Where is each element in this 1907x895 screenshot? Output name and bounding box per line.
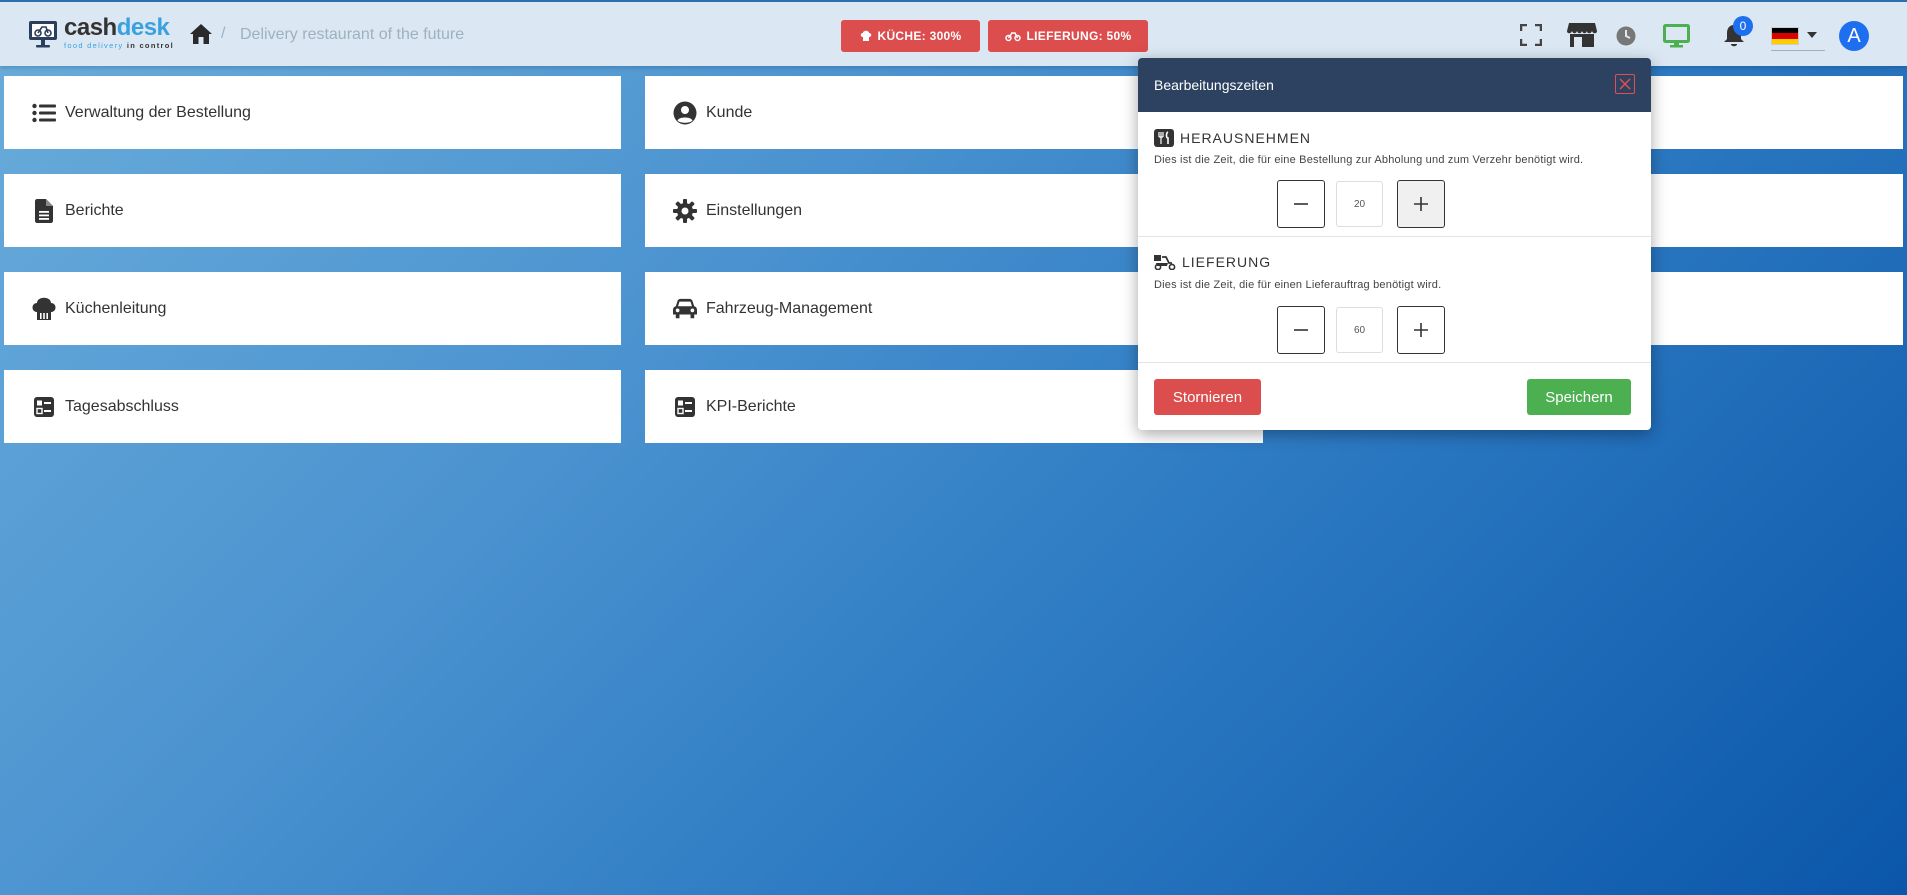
- takeaway-decrement-button[interactable]: [1277, 180, 1325, 228]
- menu-card-label: Tagesabschluss: [65, 397, 179, 415]
- modal-title: Bearbeitungszeiten: [1154, 77, 1274, 93]
- modal-header: Bearbeitungszeiten: [1138, 58, 1651, 112]
- notification-count-badge: 0: [1733, 16, 1753, 36]
- motorbike-icon: [1004, 32, 1021, 42]
- list-icon: [32, 101, 56, 125]
- delivery-decrement-button[interactable]: [1277, 306, 1325, 354]
- plus-icon: [1414, 197, 1428, 211]
- top-header: cashdesk food delivery in control / Deli…: [0, 0, 1907, 66]
- takeaway-section: HERAUSNEHMEN Dies ist die Zeit, die für …: [1138, 112, 1651, 237]
- menu-card-label: KPI-Berichte: [706, 397, 796, 415]
- language-select-underline: [1771, 50, 1825, 51]
- fullscreen-icon[interactable]: [1519, 23, 1543, 51]
- plus-icon: [1414, 323, 1428, 337]
- document-icon: [32, 198, 56, 223]
- monitor-bike-logo-icon: [29, 21, 57, 48]
- chef-hat-icon: [32, 297, 56, 321]
- processing-times-modal: Bearbeitungszeiten HERAUSNEHMEN Dies ist…: [1138, 58, 1651, 430]
- close-button[interactable]: [1615, 74, 1635, 94]
- checklist-icon: [32, 395, 56, 419]
- monitor-icon[interactable]: [1663, 24, 1690, 53]
- takeaway-increment-button[interactable]: [1397, 180, 1445, 228]
- delivery-section: LIEFERUNG Dies ist die Zeit, die für ein…: [1138, 237, 1651, 363]
- clock-icon[interactable]: [1616, 26, 1636, 51]
- home-icon[interactable]: [189, 23, 213, 50]
- menu-card-label: Kunde: [706, 103, 753, 121]
- cancel-button[interactable]: Stornieren: [1154, 379, 1261, 415]
- cashdesk-logo[interactable]: cashdesk food delivery in control: [27, 16, 174, 52]
- car-icon: [673, 297, 697, 321]
- save-button[interactable]: Speichern: [1527, 379, 1631, 415]
- delivery-status-label: LIEFERUNG: 50%: [1026, 29, 1132, 43]
- logo-tagline-1: food delivery: [64, 41, 127, 50]
- user-circle-icon: [673, 101, 697, 125]
- menu-card-order-management[interactable]: Verwaltung der Bestellung: [4, 76, 621, 149]
- close-icon: [1619, 78, 1631, 90]
- german-flag-icon[interactable]: [1771, 27, 1799, 45]
- delivery-description: Dies ist die Zeit, die für einen Liefera…: [1154, 279, 1442, 291]
- menu-card-label: Verwaltung der Bestellung: [65, 103, 251, 121]
- gear-icon: [673, 198, 697, 223]
- menu-card-kitchen-management[interactable]: Küchenleitung: [4, 272, 621, 345]
- store-icon[interactable]: [1567, 22, 1597, 53]
- delivery-minutes-input[interactable]: 60: [1336, 307, 1383, 353]
- checklist-icon: [673, 395, 697, 419]
- delivery-status-button[interactable]: LIEFERUNG: 50%: [988, 20, 1148, 52]
- takeaway-title: HERAUSNEHMEN: [1180, 130, 1312, 146]
- takeaway-description: Dies ist die Zeit, die für eine Bestellu…: [1154, 154, 1584, 166]
- minus-icon: [1294, 329, 1308, 331]
- delivery-scooter-icon: [1154, 255, 1176, 270]
- menu-card-reports[interactable]: Berichte: [4, 174, 621, 247]
- breadcrumb-separator: /: [221, 25, 226, 42]
- kitchen-status-button[interactable]: KÜCHE: 300%: [841, 20, 980, 52]
- menu-card-label: Berichte: [65, 201, 124, 219]
- breadcrumb-restaurant-name: Delivery restaurant of the future: [240, 26, 465, 43]
- logo-text-cash: cash: [64, 14, 117, 41]
- delivery-title: LIEFERUNG: [1182, 254, 1272, 270]
- logo-tagline-2: in control: [126, 41, 174, 50]
- menu-card-label: Einstellungen: [706, 201, 803, 219]
- menu-card-label: Fahrzeug-Management: [706, 299, 873, 317]
- user-avatar[interactable]: A: [1839, 21, 1869, 51]
- delivery-increment-button[interactable]: [1397, 306, 1445, 354]
- chevron-down-icon[interactable]: [1807, 32, 1817, 38]
- utensils-icon: [1154, 129, 1174, 147]
- takeaway-minutes-input[interactable]: 20: [1336, 181, 1383, 227]
- kitchen-status-label: KÜCHE: 300%: [877, 29, 962, 43]
- menu-card-daily-closing[interactable]: Tagesabschluss: [4, 370, 621, 443]
- minus-icon: [1294, 203, 1308, 205]
- logo-text-desk: desk: [116, 14, 170, 41]
- menu-card-label: Küchenleitung: [65, 299, 167, 317]
- chef-hat-icon: [860, 30, 871, 41]
